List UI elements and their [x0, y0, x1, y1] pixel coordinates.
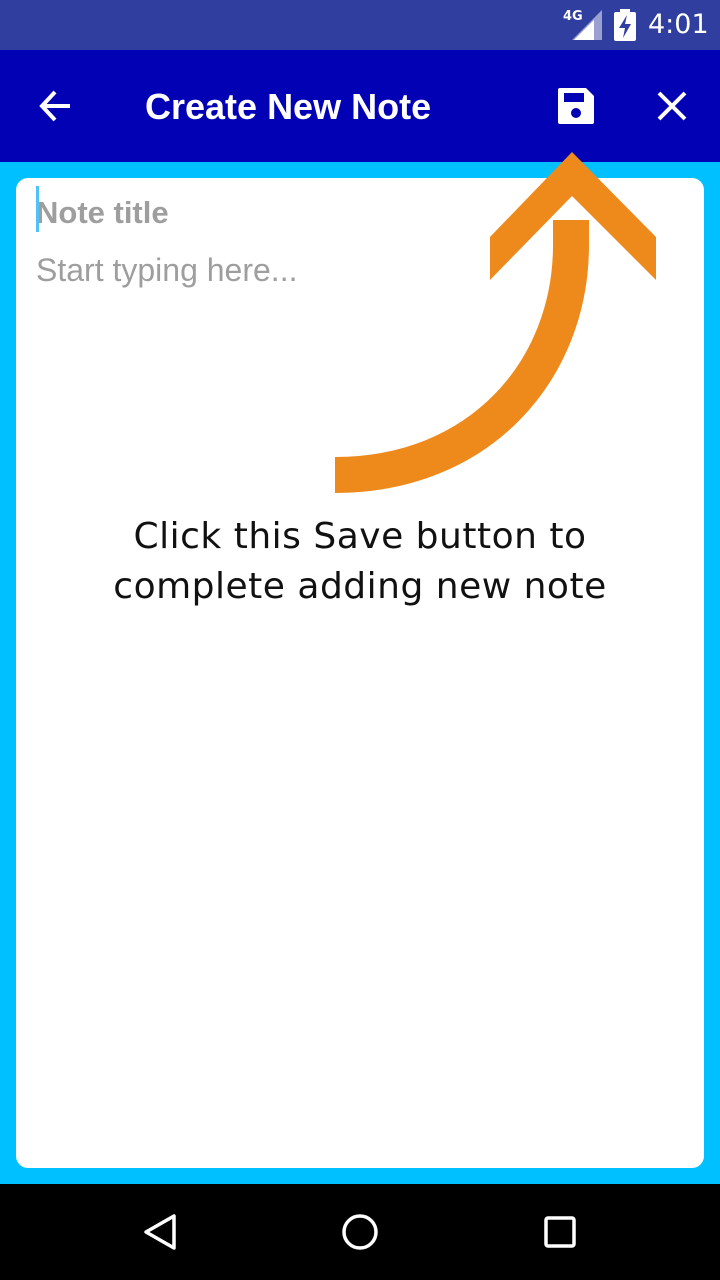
- system-nav-bar: [0, 1184, 720, 1280]
- close-button[interactable]: [616, 50, 720, 162]
- clock: 4:01: [648, 9, 709, 40]
- status-bar: 4G 4:01: [0, 0, 720, 50]
- arrow-left-icon: [39, 90, 70, 122]
- app-bar: Create New Note: [0, 50, 720, 162]
- nav-home-button[interactable]: [300, 1184, 420, 1280]
- note-editor-card: [16, 178, 704, 1168]
- close-icon: [657, 91, 687, 121]
- nav-recents-button[interactable]: [500, 1184, 620, 1280]
- network-type-label: 4G: [563, 9, 583, 24]
- hint-line-1: Click this Save button to: [133, 516, 587, 557]
- circle-home-icon: [342, 1214, 378, 1250]
- hint-line-2: complete adding new note: [113, 566, 607, 607]
- back-button[interactable]: [0, 50, 112, 162]
- triangle-back-icon: [144, 1214, 176, 1250]
- page-title: Create New Note: [145, 86, 432, 127]
- note-title-input[interactable]: [36, 188, 676, 238]
- nav-back-button[interactable]: [100, 1184, 220, 1280]
- note-body-input[interactable]: [36, 252, 676, 1132]
- text-cursor: [36, 186, 39, 232]
- square-recents-icon: [544, 1216, 576, 1248]
- tutorial-hint: Click this Save button to complete addin…: [60, 512, 660, 612]
- floppy-disk-icon: [558, 88, 594, 124]
- battery-charging-icon: [614, 9, 636, 41]
